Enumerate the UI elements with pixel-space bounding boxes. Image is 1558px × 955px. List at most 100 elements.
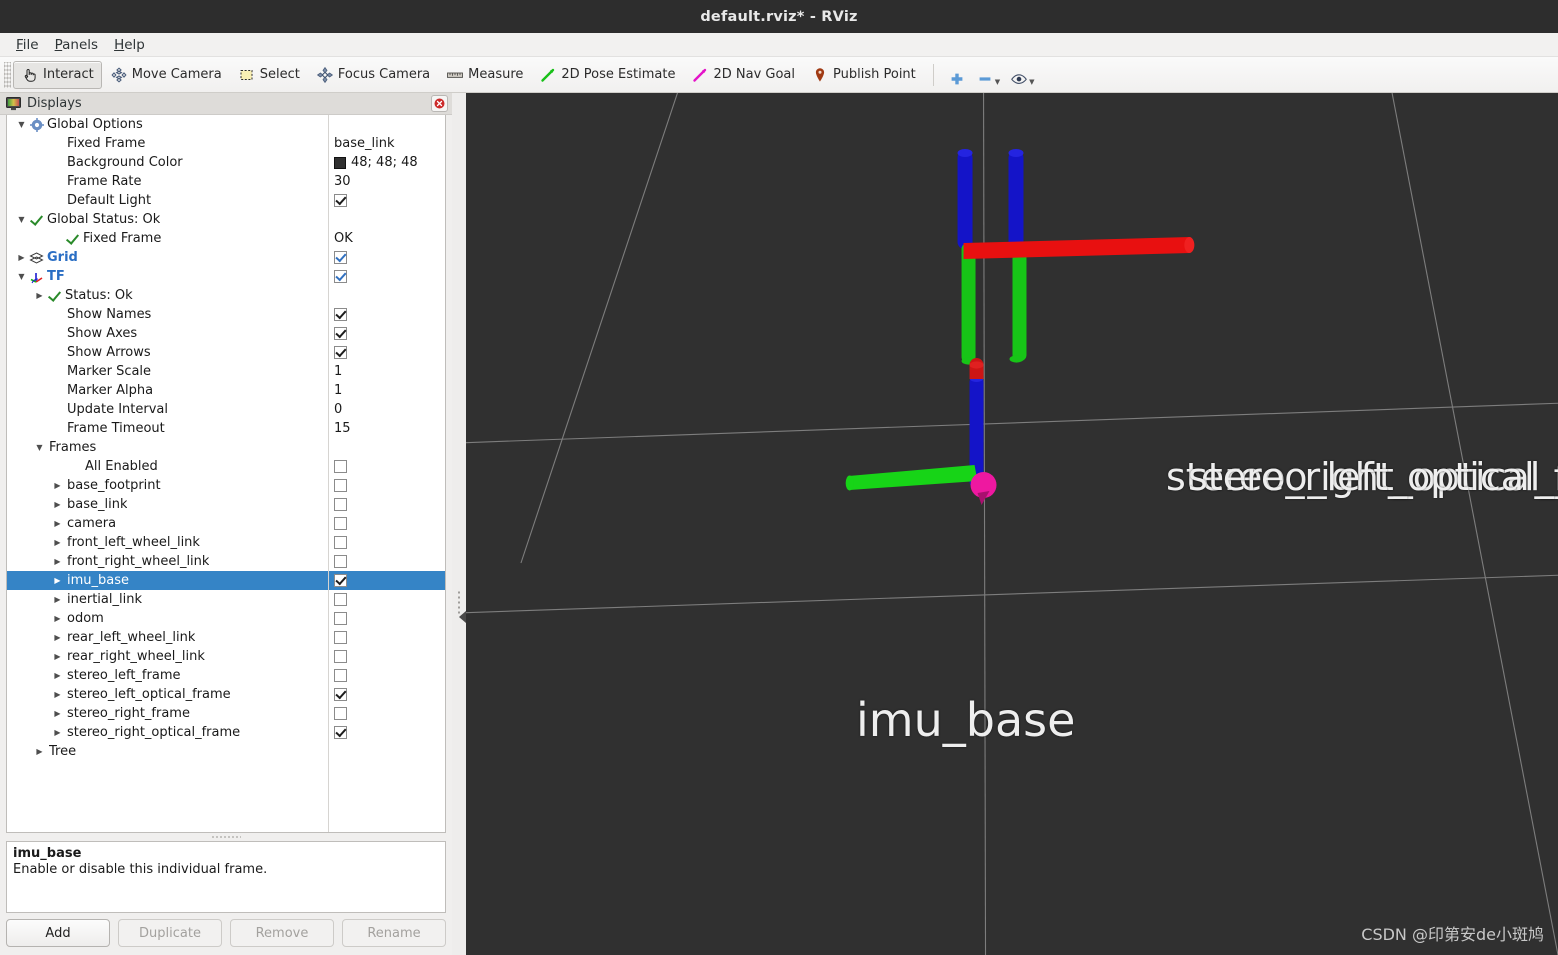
tree-row-value-cell[interactable]	[328, 346, 445, 359]
tree-row[interactable]: Show Axes	[7, 324, 445, 343]
color-swatch[interactable]	[334, 156, 346, 169]
chevron-right-icon[interactable]: ▶	[51, 614, 64, 623]
tree-row-value-cell[interactable]	[328, 555, 445, 568]
tree-row-value-cell[interactable]	[328, 270, 445, 283]
tool-interact-button[interactable]: Interact	[13, 60, 102, 89]
tree-row-value-cell[interactable]	[328, 688, 445, 701]
chevron-right-icon[interactable]: ▶	[51, 728, 64, 737]
tree-row[interactable]: Marker Scale 1	[7, 362, 445, 381]
tree-row[interactable]: ▶ stereo_left_frame	[7, 666, 445, 685]
tree-row-value-cell[interactable]: 30	[328, 174, 445, 189]
tree-row[interactable]: ▶ stereo_left_optical_frame	[7, 685, 445, 704]
tree-row-checkbox[interactable]	[334, 726, 347, 739]
tree-row[interactable]: All Enabled	[7, 457, 445, 476]
tree-row-checkbox[interactable]	[334, 574, 347, 587]
tree-row-value-cell[interactable]: 1	[328, 364, 445, 379]
tree-row-checkbox[interactable]	[334, 346, 347, 359]
toolbar-drag-handle[interactable]	[4, 61, 11, 88]
tree-row-checkbox[interactable]	[334, 650, 347, 663]
chevron-down-icon[interactable]: ▼	[15, 215, 28, 224]
tree-row[interactable]: ▼ TF	[7, 267, 445, 286]
menu-help[interactable]: Help	[106, 35, 153, 55]
tree-row-value-cell[interactable]	[328, 726, 445, 739]
tool-focus-camera-button[interactable]: Focus Camera	[308, 61, 438, 89]
tree-row[interactable]: Frame Timeout 15	[7, 419, 445, 438]
tree-row-value-cell[interactable]	[328, 327, 445, 340]
tree-row-checkbox[interactable]	[334, 308, 347, 321]
tree-row[interactable]: Marker Alpha 1	[7, 381, 445, 400]
tree-row[interactable]: ▶ odom	[7, 609, 445, 628]
tool-publish-point-button[interactable]: Publish Point	[803, 61, 924, 89]
tree-row-value-cell[interactable]: 1	[328, 383, 445, 398]
tool-visibility-button[interactable]: ▼	[1005, 61, 1039, 89]
tree-row-checkbox[interactable]	[334, 517, 347, 530]
tree-row-checkbox[interactable]	[334, 612, 347, 625]
tree-row[interactable]: ▼ Frames	[7, 438, 445, 457]
render-view-3d[interactable]: stereo_right_optical_frame stereo_left_o…	[466, 93, 1558, 955]
tree-row[interactable]: ▶ Grid	[7, 248, 445, 267]
tree-row[interactable]: ▶ camera	[7, 514, 445, 533]
tree-row-checkbox[interactable]	[334, 536, 347, 549]
tree-row[interactable]: Default Light	[7, 191, 445, 210]
tree-row-checkbox[interactable]	[334, 251, 347, 264]
tree-row-checkbox[interactable]	[334, 460, 347, 473]
chevron-down-icon[interactable]: ▼	[15, 120, 28, 129]
tree-row-checkbox[interactable]	[334, 498, 347, 511]
chevron-right-icon[interactable]: ▶	[51, 652, 64, 661]
tree-row-selected[interactable]: ▶ imu_base	[7, 571, 445, 590]
tree-row[interactable]: Show Arrows	[7, 343, 445, 362]
chevron-right-icon[interactable]: ▶	[15, 253, 28, 262]
remove-tool-button[interactable]: ▼	[971, 61, 1005, 89]
tree-row-value-cell[interactable]	[328, 498, 445, 511]
tree-row-checkbox[interactable]	[334, 555, 347, 568]
tree-row-value-cell[interactable]: 15	[328, 421, 445, 436]
tree-row-value-cell[interactable]	[328, 536, 445, 549]
tree-row-checkbox[interactable]	[334, 707, 347, 720]
tool-2d-pose-estimate-button[interactable]: 2D Pose Estimate	[531, 61, 683, 89]
tree-row-checkbox[interactable]	[334, 669, 347, 682]
tree-row-checkbox[interactable]	[334, 194, 347, 207]
chevron-right-icon[interactable]: ▶	[33, 291, 46, 300]
tree-row-value-cell[interactable]	[328, 517, 445, 530]
tree-row-value-cell[interactable]	[328, 194, 445, 207]
tree-row[interactable]: ▶ rear_left_wheel_link	[7, 628, 445, 647]
tree-row-value-cell[interactable]	[328, 574, 445, 587]
tree-row[interactable]: ▶ stereo_right_frame	[7, 704, 445, 723]
remove-display-button[interactable]: Remove	[230, 919, 334, 947]
tree-row[interactable]: ▶ Tree	[7, 742, 445, 761]
add-tool-button[interactable]	[943, 61, 971, 89]
help-splitter[interactable]	[0, 833, 452, 841]
chevron-down-icon[interactable]: ▼	[33, 443, 46, 452]
tree-row[interactable]: ▶ front_right_wheel_link	[7, 552, 445, 571]
tree-row-value-cell[interactable]	[328, 308, 445, 321]
chevron-down-icon[interactable]: ▼	[15, 272, 28, 281]
tree-row[interactable]: Show Names	[7, 305, 445, 324]
tree-row-checkbox[interactable]	[334, 270, 347, 283]
tree-row-value-cell[interactable]	[328, 251, 445, 264]
displays-tree[interactable]: ▼ Global Options Fixed Frame base_link Backg…	[6, 115, 446, 833]
tree-row-value-cell[interactable]: OK	[328, 231, 445, 246]
chevron-right-icon[interactable]: ▶	[51, 671, 64, 680]
tool-measure-button[interactable]: Measure	[438, 61, 531, 89]
tree-row[interactable]: ▶ Status: Ok	[7, 286, 445, 305]
tree-row[interactable]: ▶ base_link	[7, 495, 445, 514]
tree-row-value-cell[interactable]	[328, 593, 445, 606]
chevron-right-icon[interactable]: ▶	[51, 690, 64, 699]
tree-row-value-cell[interactable]: 0	[328, 402, 445, 417]
chevron-right-icon[interactable]: ▶	[33, 747, 46, 756]
tree-row-checkbox[interactable]	[334, 631, 347, 644]
chevron-right-icon[interactable]: ▶	[51, 481, 64, 490]
menu-panels[interactable]: Panels	[47, 35, 106, 55]
tree-row-value-cell[interactable]: base_link	[328, 136, 445, 151]
tree-row-checkbox[interactable]	[334, 688, 347, 701]
tree-row-value-cell[interactable]	[328, 631, 445, 644]
tree-row-value-cell[interactable]	[328, 650, 445, 663]
chevron-right-icon[interactable]: ▶	[51, 557, 64, 566]
tree-row[interactable]: Frame Rate 30	[7, 172, 445, 191]
chevron-right-icon[interactable]: ▶	[51, 709, 64, 718]
dock-splitter[interactable]	[452, 93, 466, 955]
tool-select-button[interactable]: Select	[230, 61, 308, 89]
tree-row[interactable]: ▶ base_footprint	[7, 476, 445, 495]
chevron-right-icon[interactable]: ▶	[51, 519, 64, 528]
displays-dock-close-button[interactable]	[431, 95, 448, 112]
